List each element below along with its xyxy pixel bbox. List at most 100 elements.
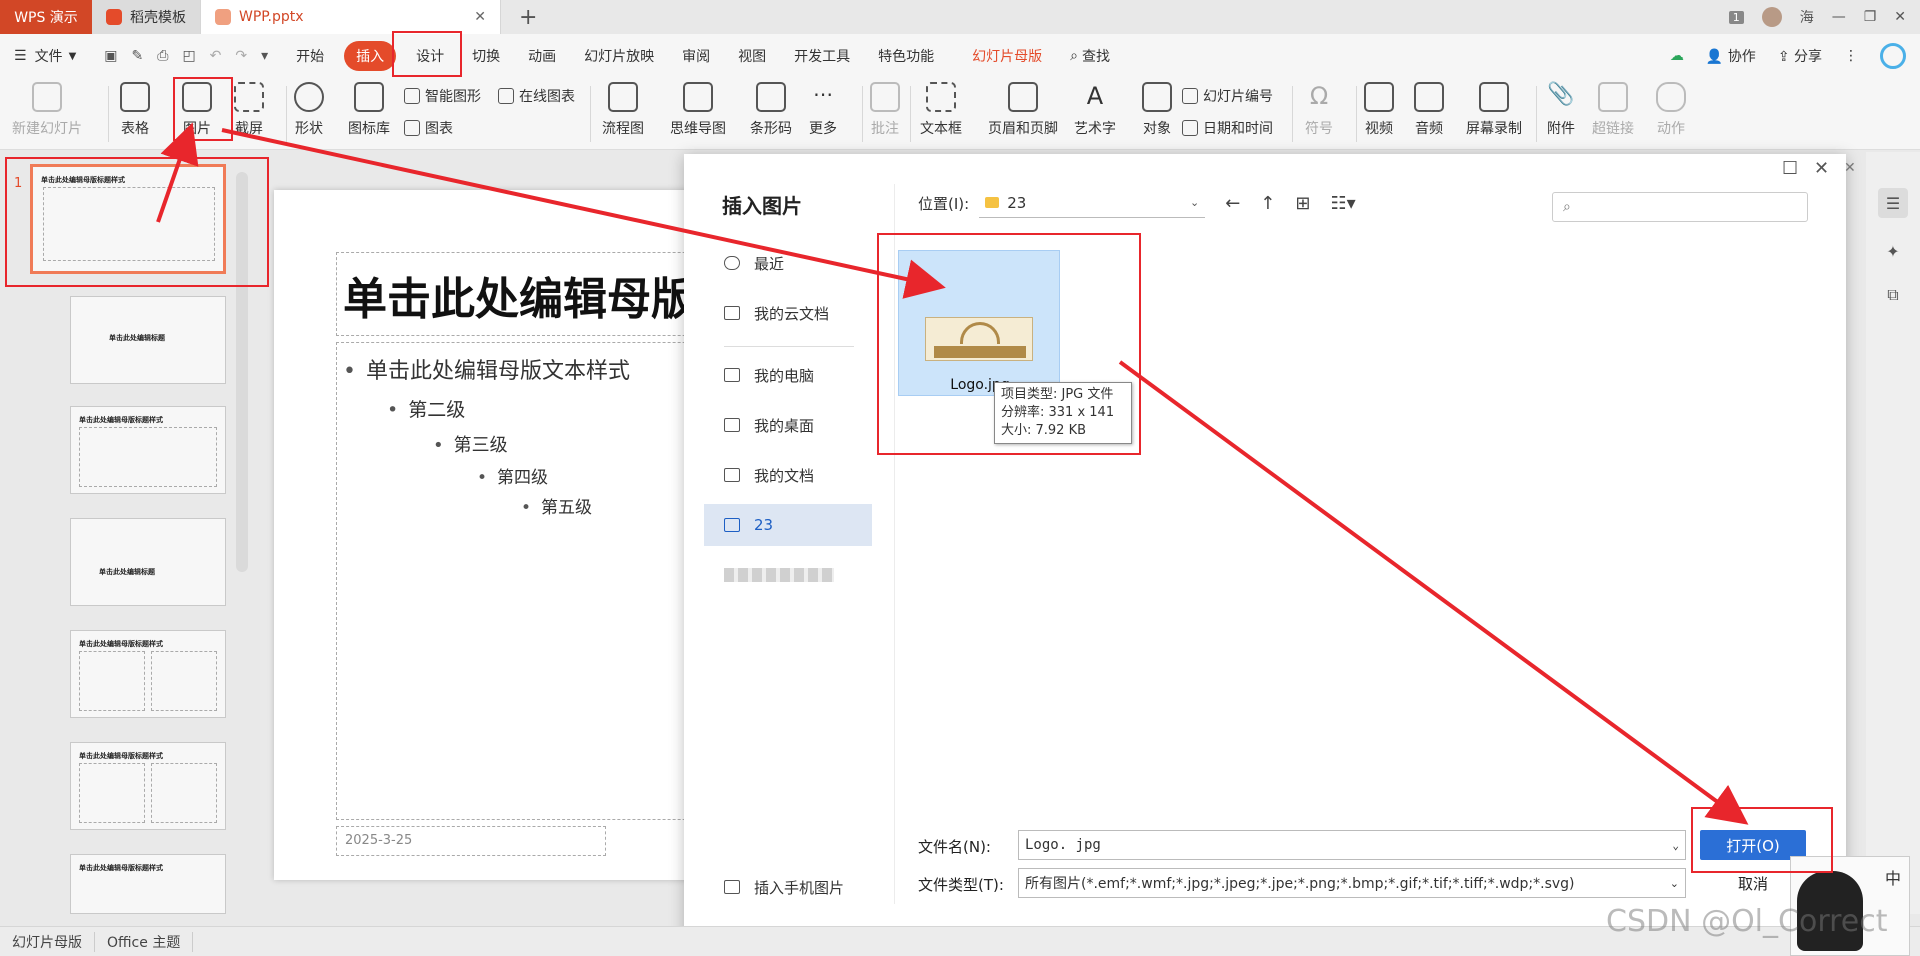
search-command[interactable]: ⌕ 查找 xyxy=(1056,41,1124,71)
shape-button[interactable]: 形状 xyxy=(294,82,324,138)
new-tab-button[interactable]: + xyxy=(501,5,555,30)
menu-design[interactable]: 设计 xyxy=(402,41,458,71)
thumbnail-layout-1[interactable]: 单击此处编辑标题 xyxy=(70,296,226,384)
flowchart-button[interactable]: 流程图 xyxy=(602,82,644,138)
slide-canvas[interactable]: 单击此处编辑母版标题样式 单击此处编辑母版文本样式 第二级 第三级 第四级 第五… xyxy=(274,190,694,880)
more-button[interactable]: ⋯ 更多 xyxy=(808,82,838,138)
save-icon[interactable]: ▣ xyxy=(104,48,117,64)
undo-icon[interactable]: ↶ xyxy=(210,48,222,64)
new-slide-button[interactable]: 新建幻灯片 xyxy=(12,82,82,138)
table-button[interactable]: 表格 xyxy=(120,82,150,138)
smart-shape-button[interactable]: 智能图形 xyxy=(404,86,481,106)
file-menu[interactable]: ☰ 文件 ▼ xyxy=(0,41,90,71)
restore-icon[interactable]: ❐ xyxy=(1864,9,1877,25)
menu-slide-master[interactable]: 幻灯片母版 xyxy=(958,41,1056,71)
assistant-icon[interactable] xyxy=(1880,43,1906,69)
status-theme[interactable]: Office 主题 xyxy=(95,931,194,952)
collab-button[interactable]: 👤 协作 xyxy=(1706,46,1756,66)
thumbnail-layout-5[interactable]: 单击此处编辑母版标题样式 xyxy=(70,742,226,830)
tab-document[interactable]: WPP.pptx ✕ xyxy=(201,0,501,34)
filename-input[interactable]: Logo. jpg ⌄ xyxy=(1018,830,1686,860)
search-input[interactable]: ⌕ xyxy=(1552,192,1808,222)
sidebar-item-documents[interactable]: 我的文档 xyxy=(704,454,872,496)
thumbnail-scrollbar[interactable] xyxy=(236,172,248,572)
symbol-button[interactable]: Ω 符号 xyxy=(1304,82,1334,138)
tab-templates[interactable]: 稻壳模板 xyxy=(92,0,201,34)
thumbnail-layout-4[interactable]: 单击此处编辑母版标题样式 xyxy=(70,630,226,718)
sidebar-item-cloud-docs[interactable]: 我的云文档 xyxy=(704,292,872,334)
menu-slideshow[interactable]: 幻灯片放映 xyxy=(570,41,668,71)
object-button[interactable]: 对象 xyxy=(1142,82,1172,138)
back-arrow-icon[interactable]: ← xyxy=(1225,193,1240,214)
insert-phone-picture-button[interactable]: 插入手机图片 xyxy=(704,866,872,908)
menu-animations[interactable]: 动画 xyxy=(514,41,570,71)
up-arrow-icon[interactable]: ↑ xyxy=(1260,193,1275,214)
close-dialog-icon[interactable]: ✕ xyxy=(1814,158,1829,179)
mindmap-button[interactable]: 思维导图 xyxy=(670,82,726,138)
close-window-icon[interactable]: ✕ xyxy=(1894,9,1906,25)
menu-transitions[interactable]: 切换 xyxy=(458,41,514,71)
close-pane-icon[interactable]: ✕ xyxy=(1844,160,1856,176)
menu-features[interactable]: 特色功能 xyxy=(864,41,948,71)
slide-body-placeholder[interactable]: 单击此处编辑母版文本样式 第二级 第三级 第四级 第五级 xyxy=(336,342,694,820)
minimize-icon[interactable]: — xyxy=(1832,9,1846,25)
sidebar-item-computer[interactable]: 我的电脑 xyxy=(704,354,872,396)
icon-library-button[interactable]: 图标库 xyxy=(348,82,390,138)
redo-icon[interactable]: ↷ xyxy=(235,48,247,64)
close-tab-icon[interactable]: ✕ xyxy=(474,9,486,25)
textbox-button[interactable]: 文本框 xyxy=(920,82,962,138)
thumbnail-master[interactable]: 单击此处编辑母版标题样式 xyxy=(30,164,226,274)
video-button[interactable]: 视频 xyxy=(1364,82,1394,138)
wordart-button[interactable]: A 艺术字 xyxy=(1074,82,1116,138)
menu-insert[interactable]: 插入 xyxy=(344,41,397,71)
sidebar-item-blurred[interactable] xyxy=(704,554,872,596)
thumbnail-layout-3[interactable]: 单击此处编辑标题 xyxy=(70,518,226,606)
barcode-button[interactable]: 条形码 xyxy=(750,82,792,138)
sidebar-item-desktop[interactable]: 我的桌面 xyxy=(704,404,872,446)
print-preview-icon[interactable]: ◰ xyxy=(182,48,195,64)
screenshot-button[interactable]: 截屏 xyxy=(234,82,264,138)
online-chart-button[interactable]: 在线图表 xyxy=(498,86,575,106)
avatar[interactable] xyxy=(1761,7,1782,27)
shapes-icon[interactable]: ⧉ xyxy=(1878,280,1908,310)
menu-review[interactable]: 审阅 xyxy=(668,41,724,71)
datetime-button[interactable]: 日期和时间 xyxy=(1182,118,1273,138)
chevron-down-icon[interactable]: ⌄ xyxy=(1672,839,1679,852)
share-button[interactable]: ⇪ 分享 xyxy=(1778,46,1822,66)
picture-button[interactable]: 图片 xyxy=(182,82,212,138)
sidebar-item-recent[interactable]: 最近 xyxy=(704,242,872,284)
thumbnail-layout-2[interactable]: 单击此处编辑母版标题样式 xyxy=(70,406,226,494)
sidebar-item-folder-23[interactable]: 23 xyxy=(704,504,872,546)
header-footer-button[interactable]: 页眉和页脚 xyxy=(988,82,1058,138)
properties-icon[interactable]: ☰ xyxy=(1878,188,1908,218)
more-options-icon[interactable]: ⋮ xyxy=(1844,48,1858,64)
maximize-icon[interactable]: ☐ xyxy=(1782,158,1798,179)
date-placeholder[interactable]: 2025-3-25 xyxy=(336,826,606,856)
screen-record-button[interactable]: 屏幕录制 xyxy=(1466,82,1522,138)
app-tab[interactable]: WPS 演示 xyxy=(0,0,92,34)
ime-mode[interactable]: 中 xyxy=(1885,865,1901,889)
view-mode-icon[interactable]: ☷▾ xyxy=(1330,193,1355,214)
new-folder-icon[interactable]: ⊞ xyxy=(1295,193,1310,214)
slide-title-placeholder[interactable]: 单击此处编辑母版标题样式 xyxy=(336,252,694,336)
file-item-logo[interactable]: Logo.jpg xyxy=(898,250,1060,396)
menu-home[interactable]: 开始 xyxy=(282,41,338,71)
customize-icon[interactable]: ▾ xyxy=(261,48,268,64)
format-painter-icon[interactable]: ✎ xyxy=(132,48,144,64)
menu-view[interactable]: 视图 xyxy=(724,41,780,71)
user-name[interactable]: 海 xyxy=(1800,7,1814,27)
slide-number-button[interactable]: 幻灯片编号 xyxy=(1182,86,1273,106)
location-dropdown[interactable]: 23 ⌄ xyxy=(979,188,1206,218)
action-button[interactable]: 动作 xyxy=(1656,82,1686,138)
attachment-button[interactable]: 📎 附件 xyxy=(1546,82,1576,138)
menu-developer[interactable]: 开发工具 xyxy=(780,41,864,71)
hyperlink-button[interactable]: 超链接 xyxy=(1592,82,1634,138)
print-icon[interactable]: ⎙ xyxy=(157,48,168,64)
cloud-sync-icon[interactable]: ☁ xyxy=(1670,48,1684,64)
filetype-select[interactable]: 所有图片(*.emf;*.wmf;*.jpg;*.jpeg;*.jpe;*.pn… xyxy=(1018,868,1686,898)
comment-button[interactable]: 批注 xyxy=(870,82,900,138)
pin-icon[interactable]: ✦ xyxy=(1878,236,1908,266)
chart-button[interactable]: 图表 xyxy=(404,118,453,138)
thumbnail-layout-6[interactable]: 单击此处编辑母版标题样式 xyxy=(70,854,226,914)
audio-button[interactable]: 音频 xyxy=(1414,82,1444,138)
